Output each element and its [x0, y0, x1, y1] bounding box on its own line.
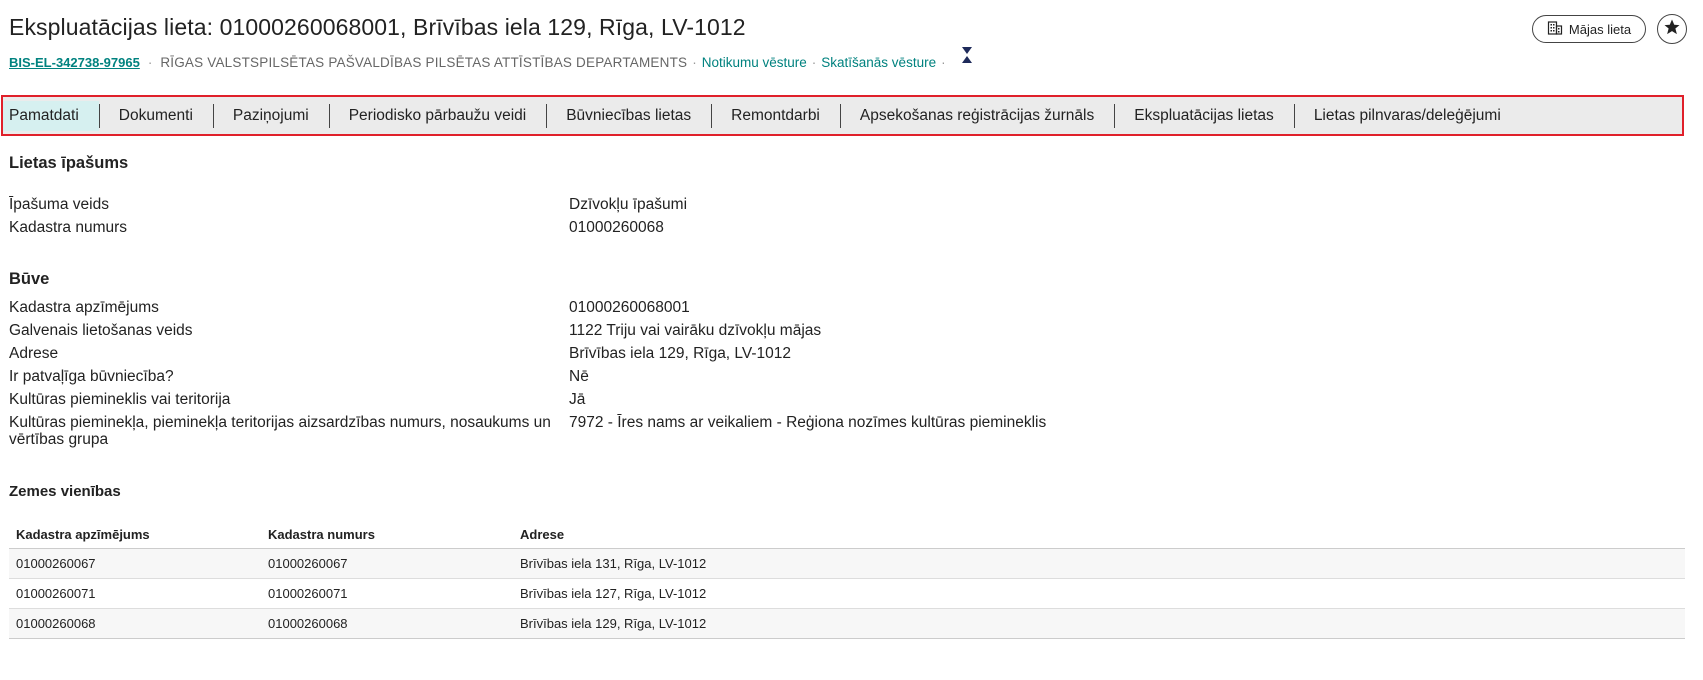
column-header[interactable]: Kadastra apzīmējums	[9, 520, 261, 549]
collapse-arrows-icon[interactable]	[961, 46, 973, 67]
tab-repairs[interactable]: Remontdarbi	[711, 103, 840, 129]
table-cell: 01000260068	[9, 608, 261, 639]
house-case-label: Mājas lieta	[1568, 21, 1632, 37]
field-label: Kultūras pieminekļa, pieminekļa teritori…	[9, 414, 551, 448]
page-header: Ekspluatācijas lieta: 01000260068001, Br…	[0, 0, 1703, 88]
tab-operation-cases[interactable]: Ekspluatācijas lietas	[1114, 103, 1294, 129]
separator: ·	[147, 55, 153, 70]
tab-dokumenti[interactable]: Dokumenti	[98, 103, 213, 129]
column-header[interactable]: Kadastra numurs	[261, 520, 513, 549]
building-section-title: Būve	[9, 270, 50, 288]
tab-pazinojumi[interactable]: Paziņojumi	[212, 103, 329, 129]
field-value: Dzīvokļu īpašumi	[569, 196, 688, 213]
field-value: Brīvības iela 129, Rīga, LV-1012	[569, 345, 792, 362]
table-header-row: Kadastra apzīmējums Kadastra numurs Adre…	[9, 520, 1685, 549]
separator: ·	[692, 55, 697, 70]
field-label: Ir patvaļīga būvniecība?	[9, 368, 174, 385]
land-units-table: Kadastra apzīmējums Kadastra numurs Adre…	[9, 520, 1685, 639]
column-header[interactable]: Adrese	[513, 520, 1685, 549]
field-label: Kultūras piemineklis vai teritorija	[9, 391, 231, 408]
separator: ·	[811, 55, 817, 70]
tab-periodic-inspections[interactable]: Periodisko pārbaužu veidi	[328, 103, 547, 129]
table-cell: 01000260067	[261, 548, 513, 579]
land-units-section-title: Zemes vienības	[9, 483, 121, 500]
field-value: 01000260068	[569, 219, 664, 236]
star-icon	[1663, 18, 1681, 41]
case-id-link[interactable]: BIS-EL-342738-97965	[9, 55, 140, 70]
table-cell: Brīvības iela 131, Rīga, LV-1012	[513, 548, 1685, 579]
page-title: Ekspluatācijas lieta: 01000260068001, Br…	[9, 14, 746, 40]
table-row[interactable]: 01000260068 01000260068 Brīvības iela 12…	[9, 608, 1685, 639]
field-value: Jā	[569, 391, 586, 408]
field-label: Kadastra numurs	[9, 219, 128, 236]
table-row[interactable]: 01000260067 01000260067 Brīvības iela 13…	[9, 548, 1685, 579]
field-label: Īpašuma veids	[9, 196, 109, 213]
field-label: Kadastra apzīmējums	[9, 299, 159, 316]
table-cell: Brīvības iela 129, Rīga, LV-1012	[513, 608, 1685, 639]
tab-inspection-log[interactable]: Apsekošanas reģistrācijas žurnāls	[839, 103, 1114, 129]
department-label: RĪGAS VALSTSPILSĒTAS PAŠVALDĪBAS PILSĒTA…	[160, 55, 688, 70]
tab-construction-cases[interactable]: Būvniecības lietas	[546, 103, 711, 129]
building-icon	[1547, 20, 1563, 39]
table-cell: Brīvības iela 127, Rīga, LV-1012	[513, 578, 1685, 609]
event-history-link[interactable]: Notikumu vēsture	[702, 55, 807, 70]
view-history-link[interactable]: Skatīšanās vēsture	[821, 55, 936, 70]
field-value: 01000260068001	[569, 299, 690, 316]
table-cell: 01000260071	[9, 578, 261, 609]
favorite-button[interactable]	[1657, 14, 1687, 44]
field-label: Galvenais lietošanas veids	[9, 322, 193, 339]
field-value: Nē	[569, 368, 589, 385]
table-row[interactable]: 01000260071 01000260071 Brīvības iela 12…	[9, 578, 1685, 609]
tab-pamatdati[interactable]: Pamatdati	[3, 100, 99, 131]
table-cell: 01000260068	[261, 608, 513, 639]
field-label: Adrese	[9, 345, 59, 362]
house-case-button[interactable]: Mājas lieta	[1532, 15, 1646, 43]
table-cell: 01000260067	[9, 548, 261, 579]
field-value: 1122 Triju vai vairāku dzīvokļu mājas	[569, 322, 822, 339]
meta-row: BIS-EL-342738-97965 · RĪGAS VALSTSPILSĒT…	[9, 47, 973, 70]
property-section-title: Lietas īpašums	[9, 154, 129, 172]
separator: ·	[941, 55, 946, 70]
tab-authorizations[interactable]: Lietas pilnvaras/deleģējumi	[1293, 103, 1521, 129]
table-cell: 01000260071	[261, 578, 513, 609]
field-value: 7972 - Īres nams ar veikaliem - Reģiona …	[569, 414, 1047, 431]
tab-bar: Pamatdati Dokumenti Paziņojumi Periodisk…	[1, 95, 1684, 136]
